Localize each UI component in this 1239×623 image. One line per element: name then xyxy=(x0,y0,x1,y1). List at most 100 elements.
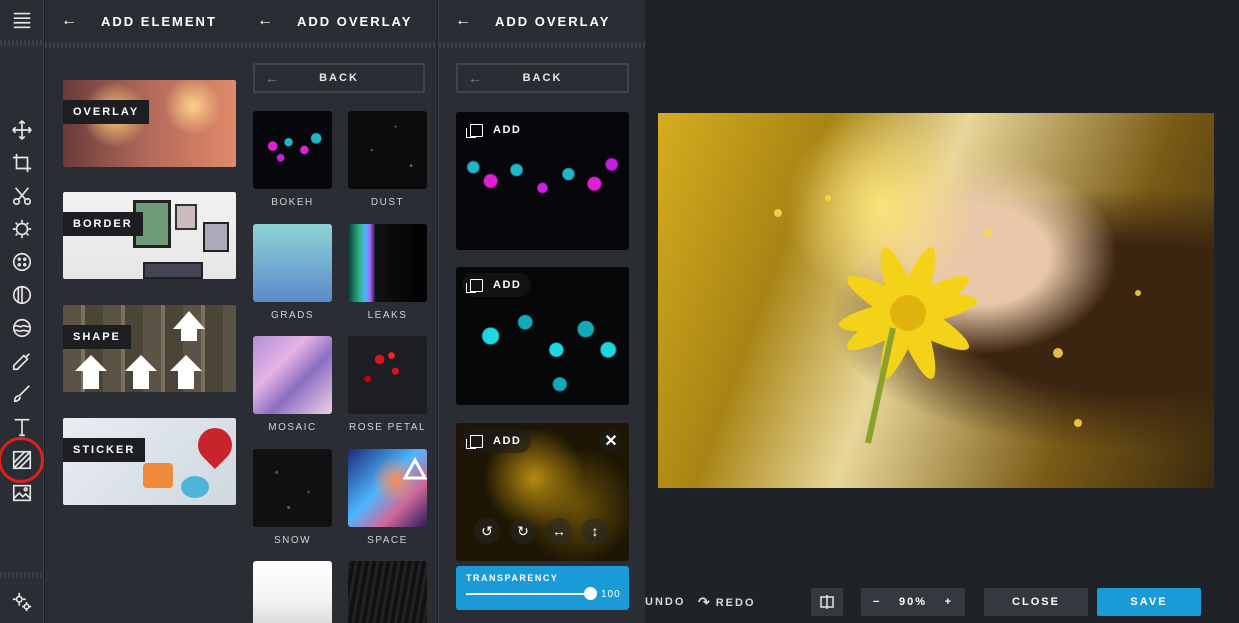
panel-divider xyxy=(45,42,241,48)
element-card-overlay[interactable]: OVERLAY xyxy=(63,80,236,167)
zoom-in-button[interactable]: + xyxy=(945,596,953,608)
rotate-left-icon[interactable]: ↺ xyxy=(474,518,500,544)
overlay-thumb-grads[interactable] xyxy=(253,224,332,302)
undo-button[interactable]: UNDO xyxy=(645,596,685,608)
element-card-sticker[interactable]: STICKER xyxy=(63,418,236,505)
back-arrow-icon[interactable]: ← xyxy=(257,12,275,30)
card-label: OVERLAY xyxy=(63,100,150,124)
save-label: SAVE xyxy=(1130,596,1168,608)
vignette-icon[interactable] xyxy=(8,281,36,309)
back-arrow-icon: ← xyxy=(265,70,281,86)
panel-header: ← ADD ELEMENT xyxy=(45,0,217,42)
card-label: STICKER xyxy=(63,438,146,462)
transparency-slider: TRANSPARENCY 100 xyxy=(456,566,629,610)
rotate-right-icon[interactable]: ↻ xyxy=(510,518,536,544)
back-arrow-icon[interactable]: ← xyxy=(61,12,79,30)
transparency-value: 100 xyxy=(601,589,621,600)
flip-vertical-icon[interactable]: ↕ xyxy=(582,518,608,544)
panel-title: ADD ELEMENT xyxy=(101,13,217,29)
overlay-thumb-mosaic[interactable] xyxy=(253,336,332,414)
overlay-thumb-bokeh[interactable] xyxy=(253,111,332,189)
overlay-thumb-snow[interactable] xyxy=(253,449,332,527)
overlay-icon[interactable] xyxy=(8,446,36,474)
overlay-thumb-light[interactable] xyxy=(253,561,332,623)
redo-button[interactable]: ↷ REDO xyxy=(698,594,756,611)
redo-icon: ↷ xyxy=(698,594,712,610)
undo-label: UNDO xyxy=(645,596,686,608)
card-label: BORDER xyxy=(63,212,143,236)
overlay-thumb-leaks[interactable] xyxy=(348,224,427,302)
overlay-variant-panel: ← ADD OVERLAY ← BACK ADD ADD ADD ✕ ↺ ↻ ↔… xyxy=(438,0,646,623)
settings-icon[interactable] xyxy=(8,588,36,616)
copy-icon xyxy=(466,434,483,449)
brush-icon[interactable] xyxy=(8,380,36,408)
thumb-label: GRADS xyxy=(270,310,315,321)
zoom-control: − 90% + xyxy=(861,588,965,616)
zoom-out-button[interactable]: − xyxy=(873,596,881,608)
redo-label: REDO xyxy=(715,596,756,609)
frame-graphic xyxy=(143,262,203,279)
overlay-thumb-dust[interactable] xyxy=(348,111,427,189)
add-overlay-button[interactable]: ADD xyxy=(462,118,531,142)
back-button[interactable]: ← BACK xyxy=(253,63,425,93)
photo-canvas[interactable] xyxy=(658,113,1214,488)
overlay-card-2: ADD xyxy=(456,267,629,405)
move-icon[interactable] xyxy=(8,116,36,144)
thumb-label: DUST xyxy=(370,197,405,208)
panel-header: ← ADD OVERLAY xyxy=(241,0,412,42)
slider-handle[interactable] xyxy=(584,587,597,600)
frame-graphic xyxy=(203,222,229,252)
flip-horizontal-icon[interactable]: ↔ xyxy=(546,518,572,544)
compare-icon[interactable] xyxy=(811,588,843,616)
add-overlay-button[interactable]: ADD xyxy=(462,273,532,297)
copy-icon xyxy=(466,123,483,138)
overlay-thumb-rain[interactable] xyxy=(348,561,427,623)
overlay-card-1: ADD xyxy=(456,112,629,250)
back-button[interactable]: ← BACK xyxy=(456,63,629,93)
remove-overlay-icon[interactable]: ✕ xyxy=(599,429,623,453)
panel-divider xyxy=(241,42,437,48)
crop-icon[interactable] xyxy=(8,149,36,177)
tool-rail xyxy=(0,0,44,623)
frame-graphic xyxy=(175,204,197,230)
zoom-value: 90% xyxy=(898,596,928,608)
slider-track[interactable] xyxy=(466,593,588,595)
sticker-graphic xyxy=(181,476,209,498)
add-element-panel: ← ADD ELEMENT OVERLAY BORDER SHAPE STICK… xyxy=(45,0,241,623)
copy-icon xyxy=(466,278,483,293)
back-arrow-icon[interactable]: ← xyxy=(455,12,473,30)
close-button[interactable]: CLOSE xyxy=(984,588,1088,616)
flower-graphic xyxy=(774,195,1141,444)
panel-title: ADD OVERLAY xyxy=(495,13,611,29)
filter-icon[interactable] xyxy=(8,248,36,276)
dropper-icon[interactable] xyxy=(8,347,36,375)
element-card-shape[interactable]: SHAPE xyxy=(63,305,236,392)
panel-divider xyxy=(439,42,646,48)
save-button[interactable]: SAVE xyxy=(1097,588,1201,616)
rail-divider xyxy=(0,572,44,578)
add-label: ADD xyxy=(493,124,522,136)
texture-icon[interactable] xyxy=(8,314,36,342)
panel-header: ← ADD OVERLAY xyxy=(439,0,610,42)
back-button-label: BACK xyxy=(522,72,563,84)
exposure-icon[interactable] xyxy=(8,215,36,243)
add-overlay-button[interactable]: ADD xyxy=(462,429,532,453)
text-icon[interactable] xyxy=(8,413,36,441)
card-label: SHAPE xyxy=(63,325,131,349)
menu-icon[interactable] xyxy=(8,6,36,34)
panel-title: ADD OVERLAY xyxy=(297,13,413,29)
transparency-label: TRANSPARENCY xyxy=(466,573,559,583)
thumb-label: ROSE PETAL xyxy=(348,422,427,433)
overlay-thumb-space[interactable] xyxy=(348,449,427,527)
back-button-label: BACK xyxy=(319,72,359,84)
close-label: CLOSE xyxy=(1012,596,1060,608)
thumb-label: SPACE xyxy=(367,535,408,546)
heart-graphic xyxy=(190,420,236,470)
element-card-border[interactable]: BORDER xyxy=(63,192,236,279)
image-icon[interactable] xyxy=(8,479,36,507)
thumb-label: BOKEH xyxy=(271,197,314,208)
cut-icon[interactable] xyxy=(8,182,36,210)
rail-divider xyxy=(0,40,44,46)
overlay-thumb-rose-petal[interactable] xyxy=(348,336,427,414)
back-arrow-icon: ← xyxy=(468,70,484,86)
